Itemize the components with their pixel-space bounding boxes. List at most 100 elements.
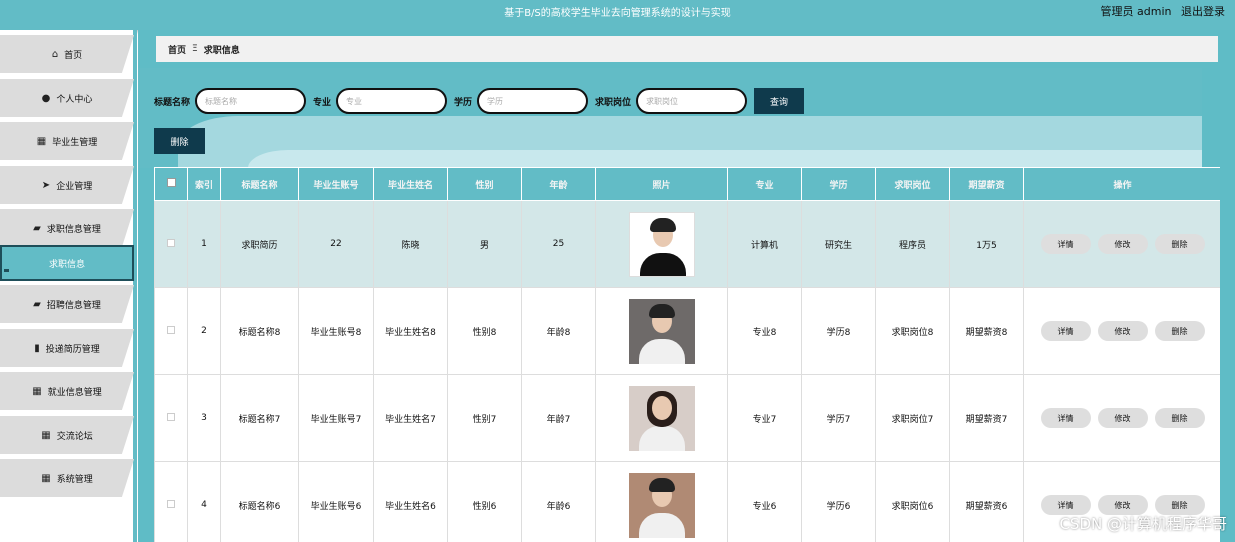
active-marker xyxy=(4,269,9,272)
briefcase-icon: ▰ xyxy=(33,222,41,234)
cell-account: 毕业生账号6 xyxy=(298,461,374,542)
column-header: 专业 xyxy=(727,167,802,201)
table-row[interactable]: 1 求职简历 22 陈晓 男 25 计算机 研究生 程序员 1万5 详情 修改 … xyxy=(154,200,1220,288)
sidebar-item-home[interactable]: ⌂ 首页 xyxy=(0,35,134,73)
cell-title: 求职简历 xyxy=(220,200,299,288)
column-header: 性别 xyxy=(447,167,522,201)
top-bar: 基于B/S的高校学生毕业去向管理系统的设计与实现 管理员 admin 退出登录 xyxy=(0,0,1235,30)
cell-name: 毕业生姓名6 xyxy=(373,461,448,542)
home-icon: ⌂ xyxy=(51,48,59,60)
cell-salary: 期望薪资7 xyxy=(949,374,1024,462)
major-search-input[interactable] xyxy=(336,88,448,114)
grid-icon: ▦ xyxy=(41,429,51,441)
cell-index: 3 xyxy=(187,374,221,462)
watermark: CSDN @计算机程序华哥 xyxy=(1059,515,1227,533)
sidebar-item-label: 就业信息管理 xyxy=(47,387,102,398)
degree-search-input[interactable] xyxy=(477,88,589,114)
cell-major: 专业7 xyxy=(727,374,802,462)
column-header: 毕业生账号 xyxy=(298,167,374,201)
sidebar-item-label: 系统管理 xyxy=(56,474,93,485)
breadcrumb: 首页 Ξ 求职信息 xyxy=(156,36,1218,62)
send-icon: ➤ xyxy=(41,179,51,191)
photo-thumbnail[interactable] xyxy=(628,211,695,277)
cell-photo xyxy=(595,287,728,375)
sidebar-item-job-seeking[interactable]: ▰ 求职信息管理 xyxy=(0,209,134,247)
title-search-input[interactable] xyxy=(195,88,307,114)
sidebar: ⌂ 首页 ● 个人中心 ▦ 毕业生管理 ➤ 企业管理 ▰ 求职信息管理 求职信息… xyxy=(0,30,137,542)
sidebar-item-companies[interactable]: ➤ 企业管理 xyxy=(0,166,134,204)
logout-link[interactable]: 退出登录 xyxy=(1181,5,1225,18)
detail-button[interactable]: 详情 xyxy=(1040,234,1091,254)
table-row[interactable]: 3 标题名称7 毕业生账号7 毕业生姓名7 性别7 年龄7 专业7 学历7 求职… xyxy=(154,374,1220,462)
sidebar-item-label: 交流论坛 xyxy=(56,431,93,442)
cell-position: 求职岗位8 xyxy=(875,287,950,375)
sidebar-item-label: 招聘信息管理 xyxy=(46,300,101,311)
cell-salary: 期望薪资8 xyxy=(949,287,1024,375)
table-header-row: 索引 标题名称 毕业生账号 毕业生姓名 性别 年龄 照片 专业 学历 求职岗位 … xyxy=(154,167,1220,201)
detail-button[interactable]: 详情 xyxy=(1040,321,1091,341)
title-label: 标题名称 xyxy=(154,97,191,108)
cell-position: 求职岗位7 xyxy=(875,374,950,462)
cell-photo xyxy=(595,374,728,462)
delete-button[interactable]: 删除 xyxy=(1154,495,1205,515)
sidebar-subitem-job-info[interactable]: 求职信息 xyxy=(0,245,134,281)
row-checkbox[interactable] xyxy=(154,200,188,288)
cell-age: 年龄7 xyxy=(521,374,596,462)
table-row[interactable]: 2 标题名称8 毕业生账号8 毕业生姓名8 性别8 年龄8 专业8 学历8 求职… xyxy=(154,287,1220,375)
breadcrumb-current: 求职信息 xyxy=(203,45,240,56)
cell-name: 陈晓 xyxy=(373,200,448,288)
cell-actions: 详情 修改 删除 xyxy=(1023,287,1220,375)
sidebar-item-forum[interactable]: ▦ 交流论坛 xyxy=(0,416,134,454)
cell-gender: 性别7 xyxy=(447,374,522,462)
column-header: 照片 xyxy=(595,167,728,201)
row-checkbox[interactable] xyxy=(154,461,188,542)
user-icon: ● xyxy=(41,92,51,104)
delete-button[interactable]: 删除 xyxy=(1154,321,1205,341)
sidebar-item-employment[interactable]: ▦ 就业信息管理 xyxy=(0,372,134,410)
cell-major: 专业8 xyxy=(727,287,802,375)
photo-thumbnail[interactable] xyxy=(628,298,695,364)
column-header: 毕业生姓名 xyxy=(373,167,448,201)
breadcrumb-home[interactable]: 首页 xyxy=(168,43,186,56)
delete-button[interactable]: 删除 xyxy=(1154,234,1205,254)
detail-button[interactable]: 详情 xyxy=(1040,495,1091,515)
cell-photo xyxy=(595,200,728,288)
cell-index: 1 xyxy=(187,200,221,288)
row-checkbox[interactable] xyxy=(154,287,188,375)
sidebar-item-profile[interactable]: ● 个人中心 xyxy=(0,79,134,117)
column-header: 操作 xyxy=(1023,167,1220,201)
delete-button[interactable]: 删除 xyxy=(1154,408,1205,428)
position-search-input[interactable] xyxy=(636,88,748,114)
edit-button[interactable]: 修改 xyxy=(1097,234,1148,254)
edit-button[interactable]: 修改 xyxy=(1097,321,1148,341)
search-panel xyxy=(138,68,1202,168)
grid-icon: ▦ xyxy=(41,472,51,484)
sidebar-item-resumes[interactable]: ▮ 投递简历管理 xyxy=(0,329,134,367)
cell-major: 计算机 xyxy=(727,200,802,288)
cell-age: 25 xyxy=(521,200,596,288)
sidebar-item-label: 求职信息管理 xyxy=(46,224,101,235)
cell-age: 年龄6 xyxy=(521,461,596,542)
row-checkbox[interactable] xyxy=(154,374,188,462)
position-label: 求职岗位 xyxy=(595,97,632,108)
sidebar-item-system[interactable]: ▦ 系统管理 xyxy=(0,459,134,497)
query-button[interactable]: 查询 xyxy=(754,88,805,114)
data-table: 索引 标题名称 毕业生账号 毕业生姓名 性别 年龄 照片 专业 学历 求职岗位 … xyxy=(154,167,1220,542)
photo-thumbnail[interactable] xyxy=(628,385,695,451)
cell-degree: 研究生 xyxy=(801,200,876,288)
sidebar-item-label: 投递简历管理 xyxy=(45,344,100,355)
sidebar-item-graduates[interactable]: ▦ 毕业生管理 xyxy=(0,122,134,160)
edit-button[interactable]: 修改 xyxy=(1097,495,1148,515)
sidebar-item-recruitment[interactable]: ▰ 招聘信息管理 xyxy=(0,285,134,323)
cell-salary: 1万5 xyxy=(949,200,1024,288)
user-label: 管理员 admin xyxy=(1100,5,1172,18)
batch-delete-button[interactable]: 删除 xyxy=(154,128,205,154)
sidebar-item-label: 企业管理 xyxy=(56,181,93,192)
photo-thumbnail[interactable] xyxy=(628,472,695,538)
bar-chart-icon: ▮ xyxy=(34,342,40,354)
select-all-checkbox[interactable] xyxy=(154,167,188,201)
cell-index: 4 xyxy=(187,461,221,542)
cell-actions: 详情 修改 删除 xyxy=(1023,200,1220,288)
detail-button[interactable]: 详情 xyxy=(1040,408,1091,428)
edit-button[interactable]: 修改 xyxy=(1097,408,1148,428)
